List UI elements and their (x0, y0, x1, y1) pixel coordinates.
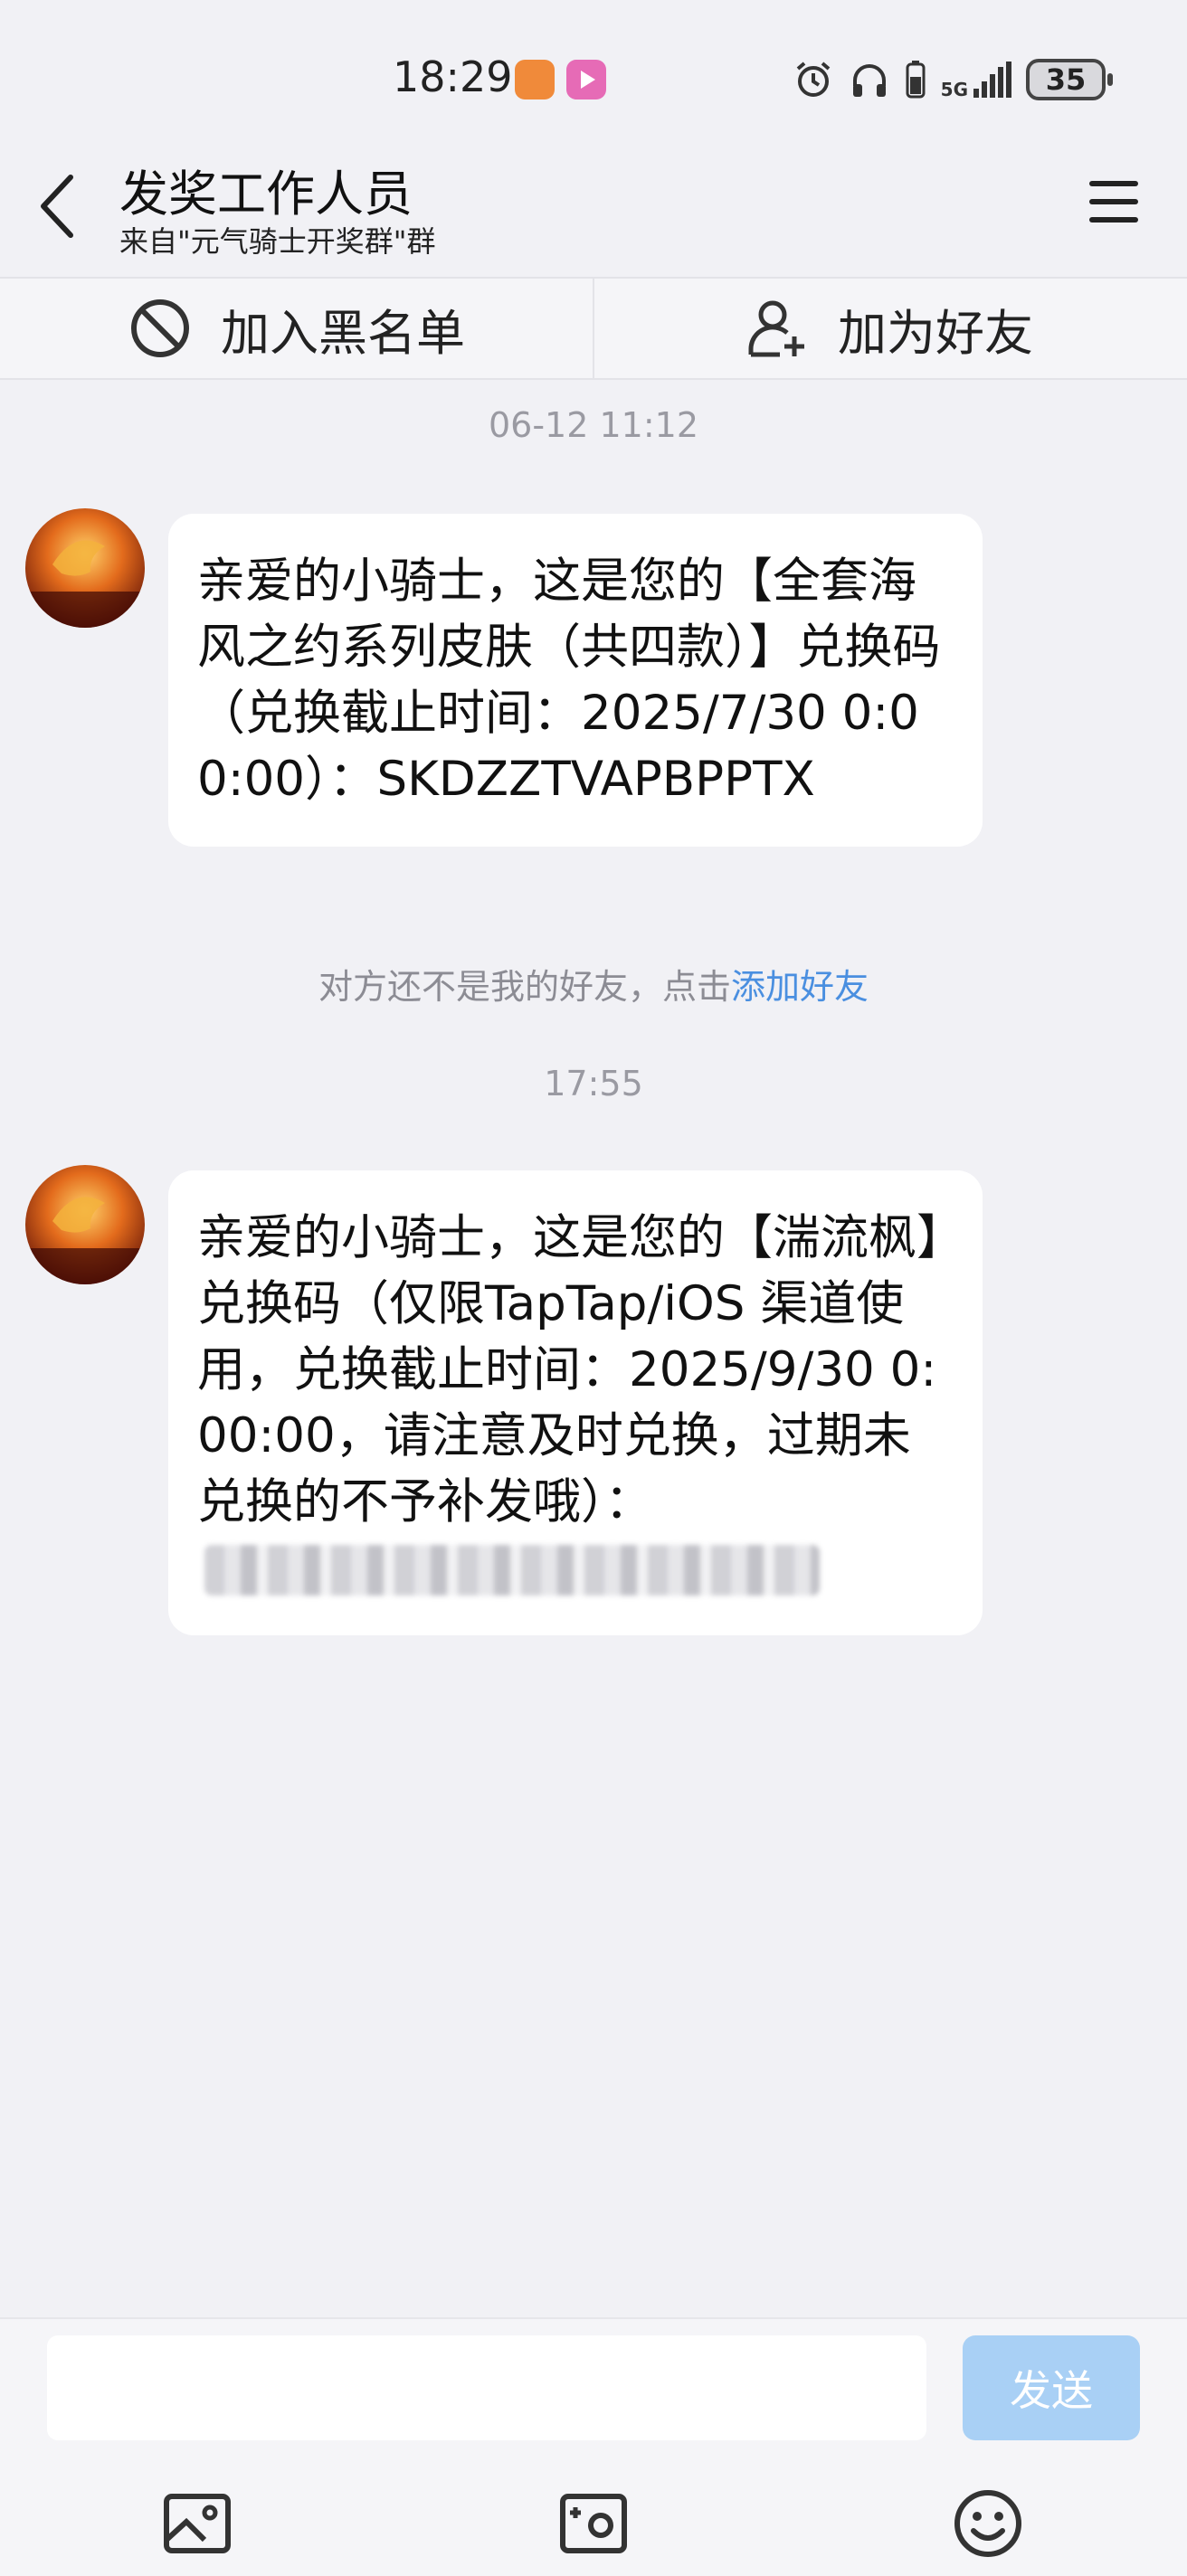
network-label: 5G (940, 79, 968, 100)
action-bar: 加入黑名单 加为好友 (0, 277, 1187, 380)
add-friend-link[interactable]: 添加好友 (731, 967, 869, 1007)
status-indicators: 5G 35 (793, 56, 1113, 103)
video-app-icon (566, 60, 606, 99)
headphones-icon (852, 64, 886, 97)
timestamp: 06-12 11:12 (488, 405, 698, 445)
block-icon (131, 299, 189, 357)
image-icon[interactable] (161, 2487, 233, 2560)
camera-icon[interactable] (557, 2487, 630, 2560)
message-text: 亲爱的小骑士，这是您的【湍流枫】兑换码（仅限TapTap/iOS 渠道使用，兑换… (197, 1205, 955, 1601)
chat-subtitle: 来自"元气骑士开奖群"群 (119, 224, 436, 259)
add-friend-button[interactable]: 加为好友 (747, 279, 1033, 378)
menu-icon[interactable] (1087, 174, 1140, 230)
status-time: 18:29 (393, 52, 513, 101)
battery-indicator: 35 (1026, 59, 1113, 100)
phone-battery-icon (906, 61, 926, 99)
orange-app-icon (515, 60, 555, 99)
alarm-icon (796, 62, 830, 97)
avatar[interactable] (25, 1165, 145, 1284)
add-friend-button-label: 加为好友 (838, 304, 1033, 362)
message-bubble[interactable]: 亲爱的小骑士，这是您的【全套海风之约系列皮肤（共四款）】兑换码（兑换截止时间：2… (168, 514, 983, 847)
chat-title: 发奖工作人员 (119, 166, 413, 223)
message-text-content: 亲爱的小骑士，这是您的【湍流枫】兑换码（仅限TapTap/iOS 渠道使用，兑换… (197, 1210, 941, 1530)
friend-notice-text: 对方还不是我的好友，点击 (318, 967, 731, 1007)
timestamp: 17:55 (544, 1064, 643, 1103)
chat-header: 发奖工作人员 来自"元气骑士开奖群"群 (0, 136, 1187, 277)
add-user-icon (748, 300, 804, 357)
action-divider (593, 279, 594, 378)
message-input[interactable] (47, 2335, 926, 2440)
block-button-label: 加入黑名单 (221, 304, 465, 362)
back-arrow-icon[interactable] (34, 170, 80, 242)
send-button[interactable]: 发送 (963, 2335, 1140, 2440)
friend-notice: 对方还不是我的好友，点击添加好友 (0, 959, 1187, 1009)
redacted-code (204, 1545, 820, 1596)
signal-icon (973, 62, 1011, 98)
message-bubble[interactable]: 亲爱的小骑士，这是您的【湍流枫】兑换码（仅限TapTap/iOS 渠道使用，兑换… (168, 1170, 983, 1635)
input-area: 发送 (0, 2317, 1187, 2576)
emoji-icon[interactable] (952, 2487, 1024, 2560)
message-text: 亲爱的小骑士，这是您的【全套海风之约系列皮肤（共四款）】兑换码（兑换截止时间：2… (197, 554, 941, 807)
avatar[interactable] (25, 508, 145, 628)
block-button[interactable]: 加入黑名单 (128, 279, 465, 378)
